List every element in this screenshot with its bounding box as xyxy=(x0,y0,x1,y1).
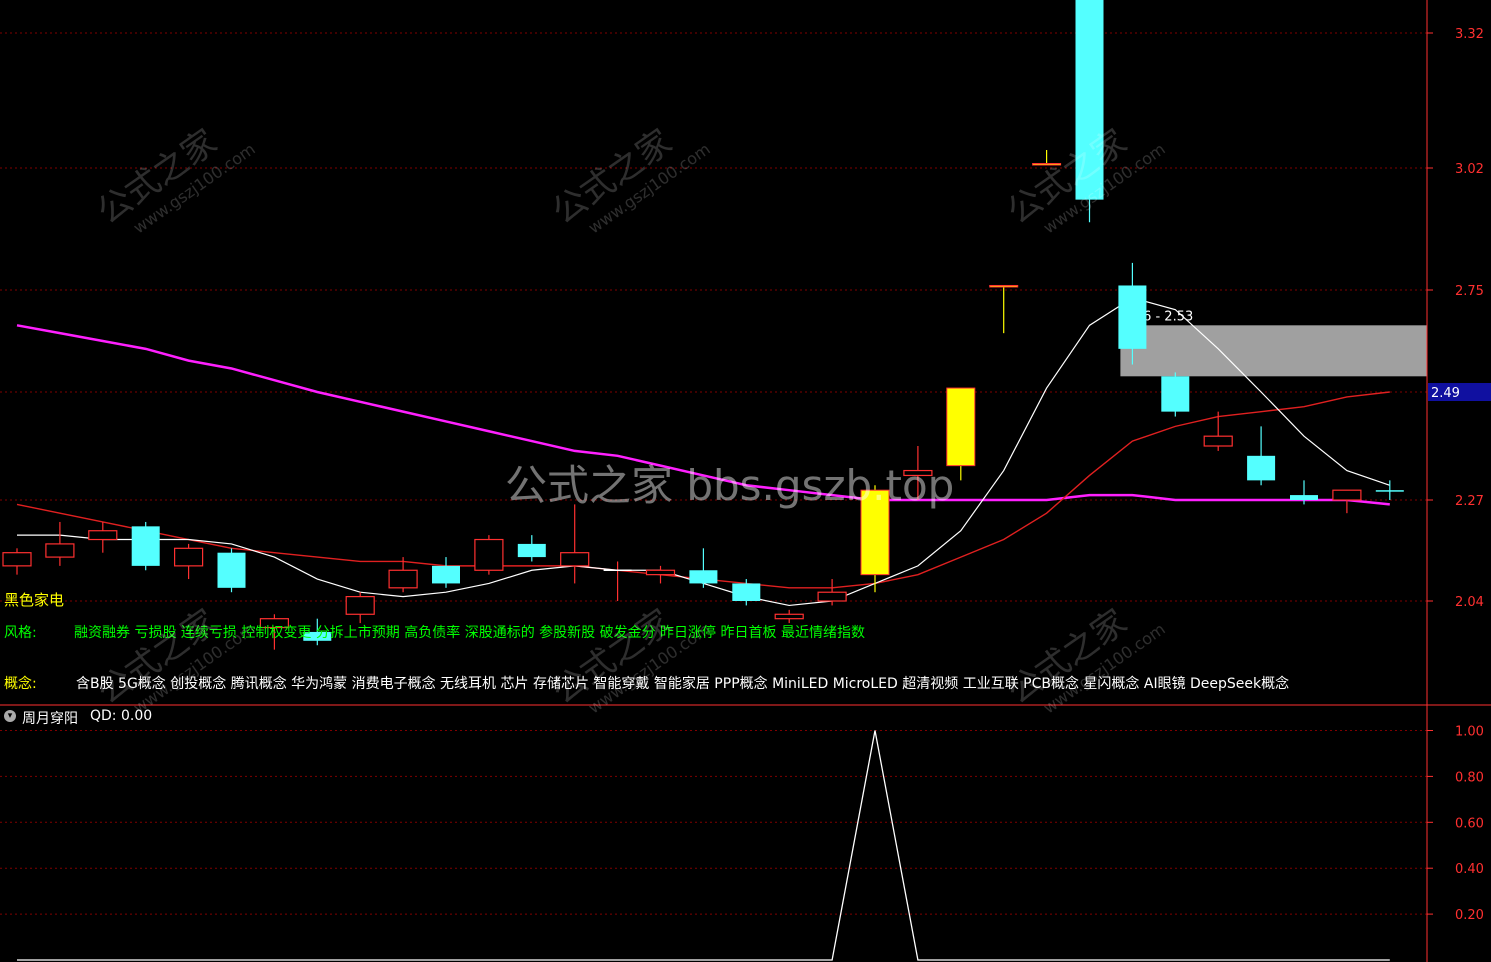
candle-body xyxy=(517,543,546,558)
candle-body xyxy=(1161,376,1190,412)
sub-y-tick-label: 0.80 xyxy=(1455,770,1484,785)
candlesticks[interactable]: 3.37 xyxy=(2,0,1404,650)
sub-y-tick-label: 0.60 xyxy=(1455,816,1484,831)
candle-body xyxy=(131,526,160,566)
indicator-grid xyxy=(0,730,1427,915)
current-price-label: 2.49 xyxy=(1431,386,1460,401)
candle-body xyxy=(45,543,75,558)
candle-body xyxy=(345,596,375,615)
chevron-down-icon[interactable]: ▾ xyxy=(4,710,16,722)
candle-body xyxy=(1375,490,1404,492)
candle-body xyxy=(774,613,804,620)
candle xyxy=(989,284,1019,334)
candle-body xyxy=(689,570,718,584)
zone-box xyxy=(1120,325,1427,377)
candle xyxy=(560,504,590,584)
sub-y-tick-label: 0.40 xyxy=(1455,862,1484,877)
candle-body xyxy=(2,552,32,567)
candle-body xyxy=(1332,489,1362,501)
candle-body xyxy=(1247,455,1276,481)
indicator-line xyxy=(17,730,1390,961)
candle-body xyxy=(432,565,460,584)
candle xyxy=(603,561,632,601)
sector-label: 黑色家电 xyxy=(4,591,65,609)
y-tick-label: 3.02 xyxy=(1455,162,1484,177)
candle-body xyxy=(388,569,418,589)
sub-y-tick-label: 1.00 xyxy=(1455,725,1484,740)
candle-body xyxy=(817,591,847,602)
candle xyxy=(474,535,504,575)
candle xyxy=(432,557,460,588)
candle xyxy=(1375,480,1404,500)
concept-row-label: 概念: xyxy=(4,676,37,692)
candle-body xyxy=(989,284,1019,288)
candle-body xyxy=(1118,285,1147,349)
candle xyxy=(2,548,32,575)
y-tick-label: 2.75 xyxy=(1455,284,1484,299)
center-watermark: 公式之家 bbs.gszb.top xyxy=(505,461,955,510)
candle xyxy=(517,535,546,562)
candle-body xyxy=(1203,435,1233,447)
y-tick-label: 2.04 xyxy=(1455,595,1484,610)
resistance-zone: 2.66 - 2.53 xyxy=(1120,309,1427,377)
candle xyxy=(1247,426,1276,486)
candle xyxy=(1161,372,1190,417)
candle-body xyxy=(645,569,676,576)
candle xyxy=(131,521,160,571)
indicator-title[interactable]: 周月穿阳 xyxy=(22,708,78,728)
qd-line xyxy=(17,730,1390,961)
candle xyxy=(345,592,375,624)
y-tick-label: 2.27 xyxy=(1455,494,1484,509)
candle xyxy=(689,548,718,588)
style-row-label: 风格: xyxy=(4,625,37,641)
sub-y-tick-label: 0.20 xyxy=(1455,908,1484,923)
candle-body xyxy=(174,547,204,567)
candle-body xyxy=(560,552,590,567)
candle xyxy=(45,521,75,566)
candle-body xyxy=(474,538,504,571)
candle xyxy=(1203,411,1233,451)
candle xyxy=(817,579,847,606)
y-tick-label: 3.32 xyxy=(1455,27,1484,42)
candle xyxy=(174,543,204,580)
candle-body xyxy=(88,530,118,541)
candle xyxy=(88,521,118,553)
candle-body xyxy=(1290,495,1318,500)
candle-body xyxy=(732,583,761,601)
